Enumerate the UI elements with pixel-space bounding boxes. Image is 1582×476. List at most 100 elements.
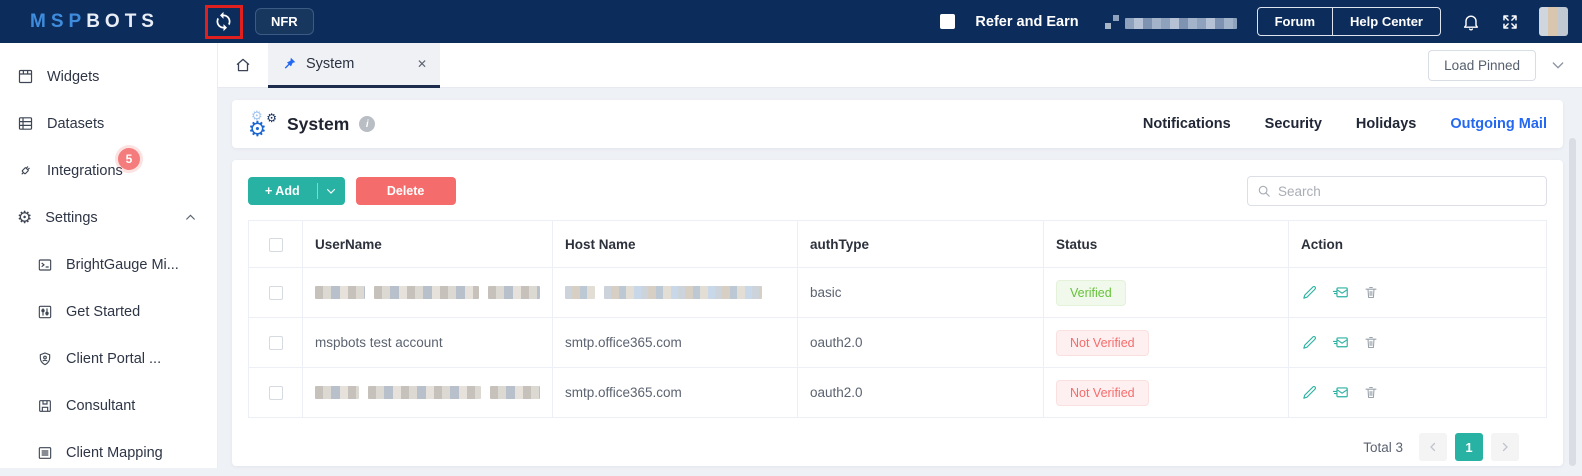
load-pinned-button[interactable]: Load Pinned <box>1428 49 1536 81</box>
send-test-mail-icon[interactable] <box>1331 334 1350 351</box>
delete-row-icon[interactable] <box>1363 334 1379 351</box>
fullscreen-expand-icon[interactable] <box>1501 13 1519 31</box>
add-dropdown-caret[interactable] <box>318 177 345 205</box>
column-status: Status <box>1043 220 1289 268</box>
row-checkbox[interactable] <box>268 286 283 301</box>
sidebar-item-brightgauge[interactable]: BrightGauge Mi... <box>0 241 217 288</box>
org-name-redacted <box>1124 17 1237 29</box>
sidebar-item-label: Widgets <box>47 68 100 85</box>
tab-holidays[interactable]: Holidays <box>1356 116 1416 132</box>
authtype-cell: basic <box>797 267 1044 318</box>
main-area: System Load Pinned ⚙⚙⚙ System Notificati… <box>218 42 1582 468</box>
row-actions <box>1301 334 1534 351</box>
column-username: UserName <box>302 220 553 268</box>
vertical-scrollbar[interactable] <box>1569 138 1576 466</box>
consultant-disk-icon <box>39 399 51 412</box>
row-checkbox[interactable] <box>268 336 283 351</box>
logo-part-msp: MSP <box>30 10 87 32</box>
send-test-mail-icon[interactable] <box>1331 284 1350 301</box>
sidebar-item-datasets[interactable]: Datasets <box>0 100 217 147</box>
search-box <box>1247 176 1547 206</box>
edit-icon[interactable] <box>1301 334 1318 351</box>
mspbots-logo[interactable]: MSPBOTS <box>30 11 159 33</box>
brightgauge-terminal-icon <box>38 258 52 271</box>
get-started-sliders-icon <box>38 305 52 318</box>
chevron-down-icon[interactable] <box>1550 57 1566 73</box>
organization-selector[interactable] <box>1104 14 1237 29</box>
info-icon[interactable] <box>359 116 376 132</box>
select-all-checkbox[interactable] <box>268 237 283 252</box>
authtype-cell: oauth2.0 <box>797 367 1044 418</box>
sidebar-item-integrations[interactable]: Integrations 5 <box>0 147 217 194</box>
sidebar-item-consultant[interactable]: Consultant <box>0 382 217 429</box>
tab-notifications[interactable]: Notifications <box>1143 116 1231 132</box>
sidebar-item-client-mapping[interactable]: Client Mapping <box>0 429 217 476</box>
refer-gift-icon[interactable] <box>940 14 956 29</box>
page-tab-bar: System Load Pinned <box>218 42 1582 88</box>
tab-outgoing-mail[interactable]: Outgoing Mail <box>1450 116 1547 132</box>
prev-page-button[interactable] <box>1419 433 1447 461</box>
status-badge: Not Verified <box>1056 379 1149 406</box>
tab-label: System <box>306 55 355 72</box>
hostname-cell: smtp.office365.com <box>552 317 798 368</box>
refresh-icon[interactable] <box>213 11 234 32</box>
send-test-mail-icon[interactable] <box>1331 384 1350 401</box>
tab-close-icon[interactable] <box>417 56 427 71</box>
notifications-bell-icon[interactable] <box>1461 12 1481 32</box>
row-checkbox[interactable] <box>268 386 283 401</box>
tab-security[interactable]: Security <box>1265 116 1322 132</box>
delete-row-icon[interactable] <box>1363 384 1379 401</box>
status-badge: Not Verified <box>1056 329 1149 356</box>
home-tab-button[interactable] <box>218 43 268 88</box>
row-actions <box>1301 284 1534 301</box>
widgets-icon <box>18 69 33 84</box>
org-chart-icon <box>1104 14 1120 29</box>
username-redacted <box>315 286 541 299</box>
client-mapping-list-icon <box>38 446 52 459</box>
edit-icon[interactable] <box>1301 284 1318 301</box>
home-icon <box>236 58 250 72</box>
datasets-icon <box>18 117 33 130</box>
page-number-button[interactable]: 1 <box>1455 433 1483 461</box>
help-center-button[interactable]: Help Center <box>1332 8 1440 35</box>
table-row: smtp.office365.com oauth2.0 Not Verified <box>248 367 1547 418</box>
add-button[interactable]: + Add <box>248 177 317 205</box>
column-hostname: Host Name <box>552 220 798 268</box>
username-redacted <box>315 386 540 399</box>
tab-system[interactable]: System <box>268 42 440 88</box>
search-input[interactable] <box>1278 183 1537 199</box>
edit-icon[interactable] <box>1301 384 1318 401</box>
sidebar-item-label: Client Mapping <box>66 444 163 461</box>
next-page-button[interactable] <box>1491 433 1519 461</box>
sidebar-item-label: Client Portal ... <box>66 350 162 367</box>
sidebar-item-label: Get Started <box>66 303 141 320</box>
username-cell: mspbots test account <box>302 317 553 368</box>
sidebar-item-label: Datasets <box>47 115 105 132</box>
sidebar-item-client-portal[interactable]: Client Portal ... <box>0 335 217 382</box>
settings-gear-icon: ⚙ <box>17 208 33 227</box>
column-action: Action <box>1288 220 1547 268</box>
forum-button[interactable]: Forum <box>1258 8 1332 35</box>
sidebar-item-widgets[interactable]: Widgets <box>0 53 217 100</box>
row-actions <box>1301 384 1534 401</box>
system-section-tabs: Notifications Security Holidays Outgoing… <box>1143 116 1547 132</box>
table-toolbar: + Add Delete <box>248 176 1547 206</box>
refer-and-earn-link[interactable]: Refer and Earn <box>975 14 1078 30</box>
table-row: basic Verified <box>248 267 1547 318</box>
sidebar-item-label: Consultant <box>66 397 136 414</box>
table-footer: Total 3 1 <box>248 433 1547 461</box>
table-header-row: UserName Host Name authType Status Actio… <box>248 220 1547 268</box>
delete-button[interactable]: Delete <box>355 177 456 205</box>
sidebar-item-get-started[interactable]: Get Started <box>0 288 217 335</box>
authtype-cell: oauth2.0 <box>797 317 1044 368</box>
nfr-button[interactable]: NFR <box>254 8 314 35</box>
add-split-button: + Add <box>248 177 345 205</box>
sidebar: Widgets Datasets Integrations 5 ⚙ Settin… <box>0 43 218 468</box>
chevron-up-icon <box>184 211 197 224</box>
page-title: System <box>287 113 350 134</box>
delete-row-icon[interactable] <box>1363 284 1379 301</box>
sidebar-item-settings[interactable]: ⚙ Settings <box>0 194 217 241</box>
outgoing-mail-panel: + Add Delete UserName Host Name authType… <box>232 160 1563 466</box>
client-portal-shield-icon <box>39 351 51 365</box>
user-avatar[interactable] <box>1539 7 1568 36</box>
